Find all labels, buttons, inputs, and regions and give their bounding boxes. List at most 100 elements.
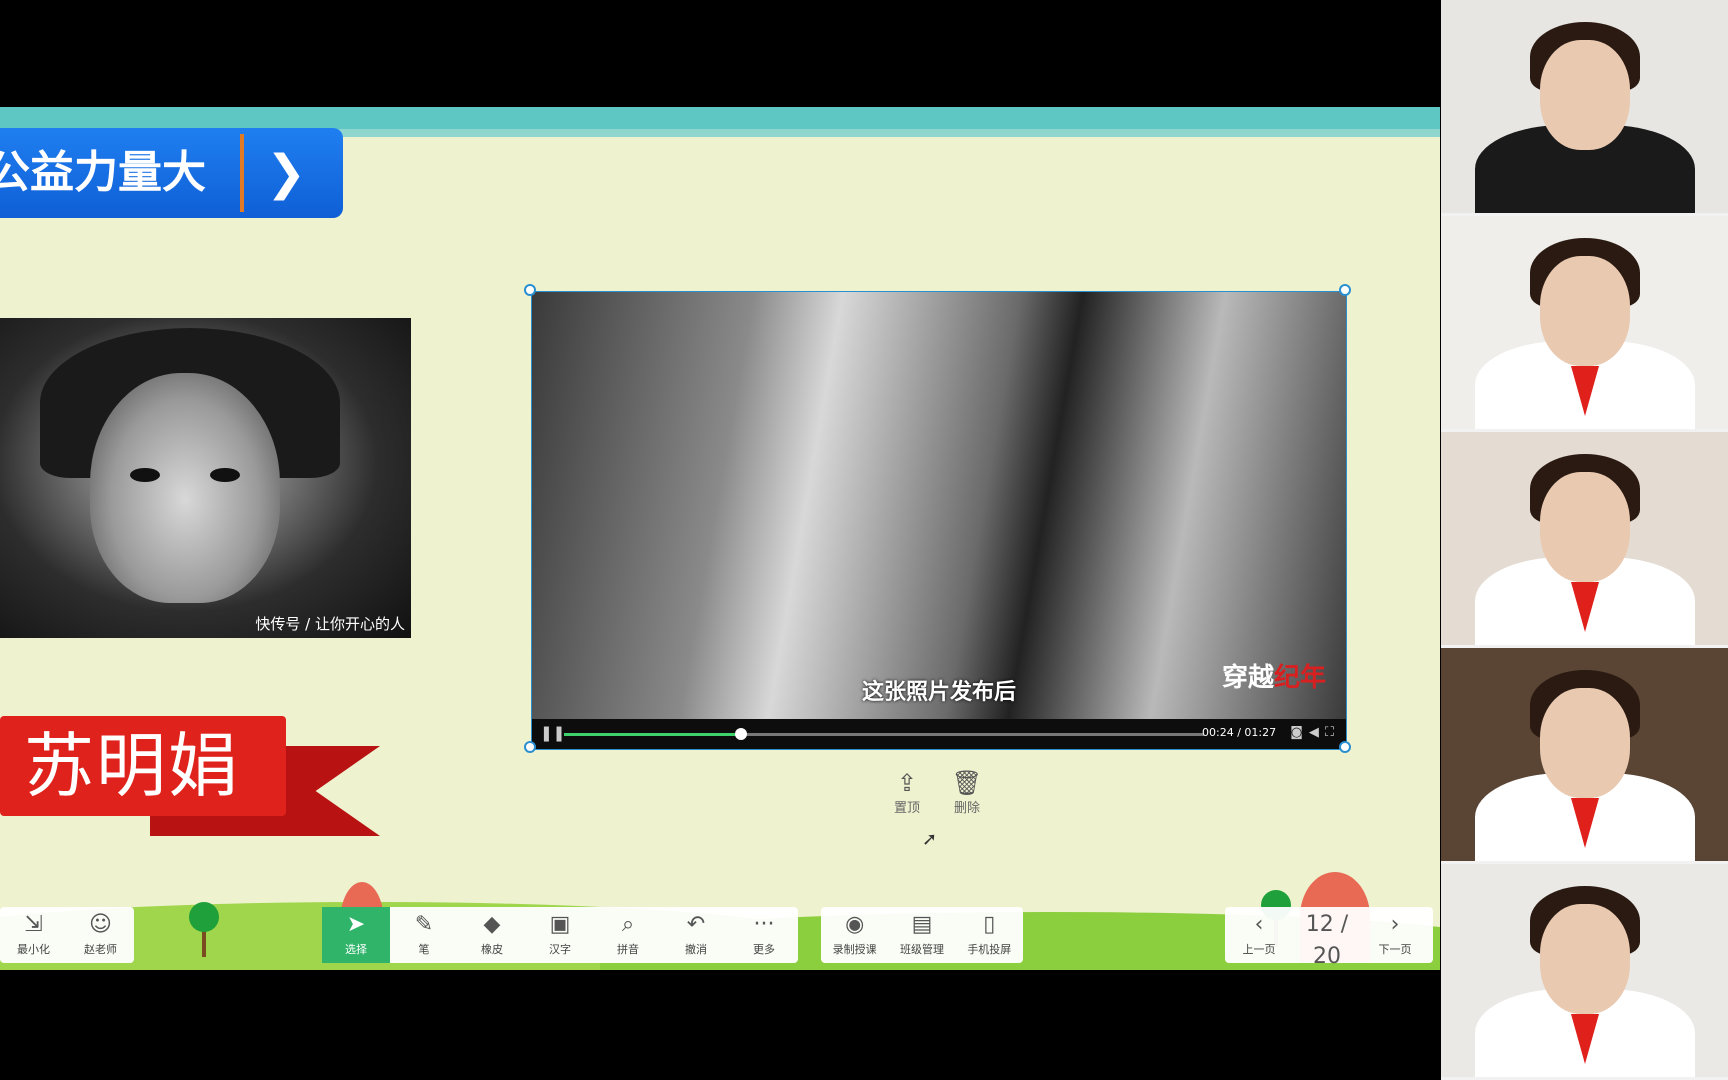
person-face [1540, 40, 1630, 150]
girl-portrait-photo[interactable]: 快传号 / 让你开心的人 [0, 318, 411, 638]
chevron-right-icon: ❯ [266, 145, 307, 201]
eraser-icon: ◆ [483, 912, 501, 937]
delete-button[interactable]: 🗑 删除 [942, 769, 992, 816]
resize-handle-bottom-right[interactable] [1339, 741, 1351, 753]
class-manage-icon: ▤ [911, 912, 933, 937]
tool-label: 汉字 [549, 943, 571, 956]
resize-handle-top-right[interactable] [1339, 284, 1351, 296]
fullscreen-icon[interactable]: ⛶ [1325, 725, 1340, 740]
name-label: 苏明娟 [0, 716, 286, 816]
left-tool-label: 最小化 [17, 943, 50, 956]
slide-canvas[interactable]: 公益力量大 ❯ 快传号 / 让你开心的人 苏明娟 这张照片发布后 穿越纪年 ❚❚… [0, 107, 1440, 970]
video-frame [532, 292, 1346, 719]
photo-face [90, 373, 280, 603]
photo-credit: 快传号 / 让你开心的人 [255, 615, 405, 633]
action-button-0[interactable]: ◉ 录制授课 [821, 907, 888, 963]
pin-to-top-button[interactable]: ⇪ 置顶 [882, 769, 932, 816]
mouse-cursor-icon: ➚ [922, 829, 938, 850]
prev-page-label: 上一页 [1242, 943, 1276, 956]
red-scarf [1571, 798, 1599, 848]
delete-label: 删除 [953, 801, 980, 816]
video-right-controls: ◙◀⛶ [1290, 725, 1340, 740]
red-scarf [1571, 366, 1599, 416]
video-progress-knob[interactable] [734, 728, 747, 740]
tool-button-4[interactable]: ⌕ 拼音 [594, 907, 662, 963]
record-icon: ◉ [845, 912, 865, 937]
tool-button-3[interactable]: ▣ 汉字 [526, 907, 594, 963]
page-number: 12 / 20 [1305, 912, 1349, 969]
trash-icon: 🗑 [951, 769, 983, 797]
slide-top-border [0, 107, 1440, 129]
cursor-icon: ➤ [346, 912, 366, 937]
next-page-label: 下一页 [1378, 943, 1412, 956]
video-controls: ❚❚ 00:24 / 01:27 ◙◀⛶ [532, 719, 1346, 749]
left-tool-label: 赵老师 [84, 943, 117, 956]
minimize-icon: ⇲ [24, 912, 43, 937]
prev-page-button[interactable]: ‹ 上一页 [1225, 907, 1293, 963]
action-button-1[interactable]: ▤ 班级管理 [888, 907, 955, 963]
video-progress-bar[interactable] [564, 728, 1204, 740]
pen-icon: ✎ [414, 912, 434, 937]
slide-title-banner: 公益力量大 ❯ [0, 128, 343, 218]
video-watermark-logo: 穿越纪年 [1222, 657, 1326, 694]
banner-divider [240, 134, 244, 212]
person-face [1540, 688, 1630, 798]
tool-label: 选择 [345, 943, 367, 956]
action-label: 录制授课 [832, 943, 877, 956]
left-tool-button-1[interactable]: ☺ 赵老师 [67, 907, 134, 963]
person-face [1540, 904, 1630, 1014]
tool-label: 橡皮 [481, 943, 503, 956]
student-video-tile[interactable] [1441, 648, 1728, 861]
action-button-2[interactable]: ▯ 手机投屏 [956, 907, 1023, 963]
video-progress-fill [564, 733, 741, 736]
resize-handle-bottom-left[interactable] [524, 741, 536, 753]
pause-icon[interactable]: ❚❚ [540, 724, 565, 742]
video-player[interactable]: 这张照片发布后 穿越纪年 ❚❚ 00:24 / 01:27 ◙◀⛶ [531, 291, 1347, 750]
teacher-video-tile[interactable] [1441, 0, 1728, 213]
participant-video-panel [1441, 0, 1728, 1080]
toolbar-tools: ➤ 选择 ✎ 笔 ◆ 橡皮 ▣ 汉字 ⌕ 拼音 ↶ 撤消 ··· 更多 [322, 907, 798, 963]
action-label: 手机投屏 [967, 943, 1012, 956]
page-indicator[interactable]: 12 / 20页码 [1293, 907, 1361, 969]
person-face [1540, 256, 1630, 366]
pin-top-icon: ⇪ [896, 769, 918, 797]
slide-title: 公益力量大 [0, 147, 206, 198]
student-video-tile[interactable] [1441, 864, 1728, 1077]
pin-to-top-label: 置顶 [893, 801, 920, 816]
teacher-avatar-icon: ☺ [89, 912, 112, 937]
page-navigator: ‹ 上一页 12 / 20页码 › 下一页 [1225, 907, 1433, 969]
hanzi-icon: ▣ [549, 912, 571, 937]
photo-eye-right [210, 468, 240, 482]
red-scarf [1571, 1014, 1599, 1064]
camera-icon[interactable]: ◙ [1290, 725, 1309, 740]
tool-button-0[interactable]: ➤ 选择 [322, 907, 390, 963]
resize-handle-top-left[interactable] [524, 284, 536, 296]
more-icon: ··· [753, 912, 775, 937]
logo-text: 穿越 [1221, 663, 1274, 693]
logo-red-text: 纪年 [1273, 663, 1326, 693]
person-face [1540, 472, 1630, 582]
video-time-current: 00:24 [1202, 726, 1234, 739]
left-tool-button-0[interactable]: ⇲ 最小化 [0, 907, 67, 963]
toolbar-left: ⇲ 最小化 ☺ 赵老师 [0, 907, 134, 963]
next-page-button[interactable]: › 下一页 [1361, 907, 1429, 963]
toolbar-actions: ◉ 录制授课 ▤ 班级管理 ▯ 手机投屏 [821, 907, 1023, 963]
action-label: 班级管理 [899, 943, 944, 956]
tool-label: 撤消 [685, 943, 707, 956]
student-video-tile[interactable] [1441, 432, 1728, 645]
tool-label: 笔 [418, 943, 430, 956]
video-time-total: 01:27 [1244, 726, 1277, 739]
volume-icon[interactable]: ◀ [1309, 725, 1325, 740]
phone-cast-icon: ▯ [983, 912, 996, 937]
tool-label: 更多 [753, 943, 775, 956]
tool-button-5[interactable]: ↶ 撤消 [662, 907, 730, 963]
undo-icon: ↶ [686, 912, 706, 937]
tool-button-1[interactable]: ✎ 笔 [390, 907, 458, 963]
tool-button-2[interactable]: ◆ 橡皮 [458, 907, 526, 963]
photo-eye-left [130, 468, 160, 482]
pinyin-icon: ⌕ [621, 912, 635, 937]
student-video-tile[interactable] [1441, 216, 1728, 429]
chevron-right-icon: › [1390, 912, 1400, 937]
tool-button-6[interactable]: ··· 更多 [730, 907, 798, 963]
red-scarf [1571, 582, 1599, 632]
